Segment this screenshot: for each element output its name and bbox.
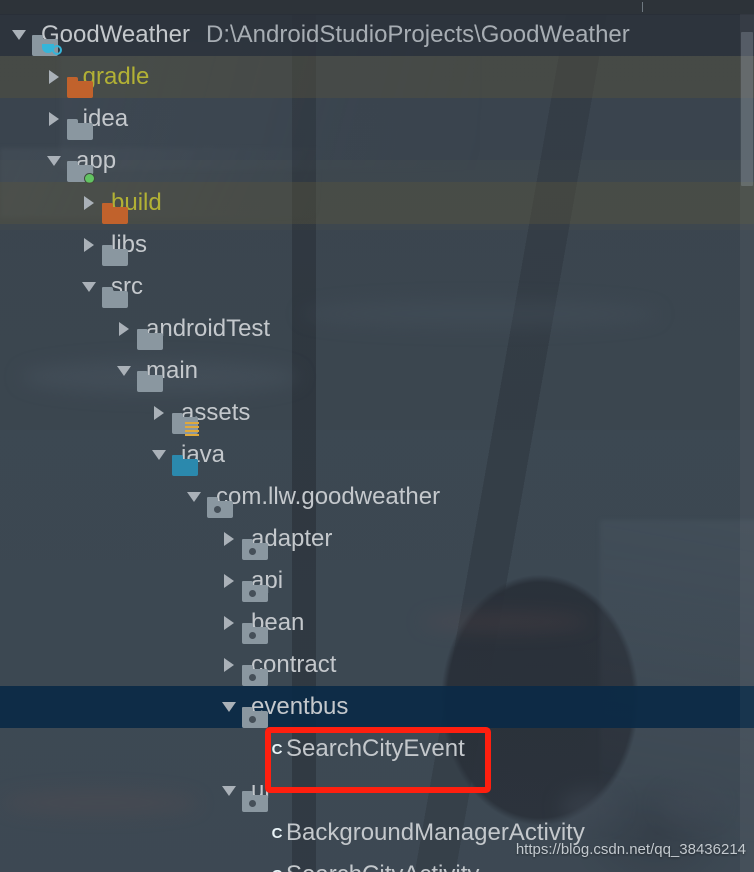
tree-row[interactable]: api bbox=[0, 560, 740, 602]
chevron-down-icon[interactable] bbox=[216, 786, 242, 796]
tree-row-content: eventbus bbox=[0, 686, 740, 728]
tree-row-content: app bbox=[0, 140, 740, 184]
tree-row-content: adapter bbox=[0, 518, 740, 560]
tree-row-content: .idea bbox=[0, 98, 740, 140]
tree-row-content: .gradle bbox=[0, 56, 740, 98]
window-top-strip bbox=[0, 0, 754, 15]
tree-row[interactable]: build bbox=[0, 182, 754, 224]
tree-row[interactable]: C SearchCityEvent bbox=[0, 728, 740, 770]
tree-row-content: libs bbox=[0, 224, 740, 266]
chevron-right-icon[interactable] bbox=[41, 70, 67, 84]
chevron-down-icon[interactable] bbox=[216, 702, 242, 712]
tree-row-content: contract bbox=[0, 644, 740, 686]
chevron-right-icon[interactable] bbox=[76, 196, 102, 210]
tree-row-label: GoodWeather bbox=[41, 21, 190, 48]
chevron-right-icon[interactable] bbox=[216, 616, 242, 630]
tree-row-content: java bbox=[0, 434, 740, 476]
tree-row-content: ui bbox=[0, 770, 740, 812]
vertical-scrollbar-thumb[interactable] bbox=[741, 32, 753, 186]
tree-row-content: androidTest bbox=[0, 308, 740, 350]
tree-row-label: SearchCityEvent bbox=[286, 735, 465, 762]
watermark-url: https://blog.csdn.net/qq_38436214 bbox=[515, 841, 746, 858]
tree-row[interactable]: .idea bbox=[0, 98, 740, 140]
chevron-right-icon[interactable] bbox=[111, 322, 137, 336]
tree-row-content: api bbox=[0, 560, 740, 602]
tree-row-content: bean bbox=[0, 602, 740, 644]
tree-row-content: com.llw.goodweather bbox=[0, 476, 740, 518]
tree-row[interactable]: eventbus bbox=[0, 686, 754, 728]
tree-row-content: GoodWeather D:\AndroidStudioProjects\Good… bbox=[0, 14, 740, 56]
chevron-down-icon[interactable] bbox=[146, 450, 172, 460]
tree-row-content: C SearchCityEvent bbox=[0, 728, 740, 770]
tree-row[interactable]: com.llw.goodweather bbox=[0, 476, 740, 518]
project-tree[interactable]: GoodWeather D:\AndroidStudioProjects\Good… bbox=[0, 14, 754, 872]
vertical-scrollbar-track[interactable] bbox=[740, 14, 754, 872]
tree-row[interactable]: adapter bbox=[0, 518, 740, 560]
tree-row[interactable]: assets bbox=[0, 392, 740, 436]
chevron-down-icon[interactable] bbox=[6, 30, 32, 40]
chevron-down-icon[interactable] bbox=[41, 156, 67, 166]
tree-row[interactable]: libs bbox=[0, 224, 740, 266]
tree-row[interactable]: contract bbox=[0, 644, 740, 686]
chevron-right-icon[interactable] bbox=[76, 238, 102, 252]
android-studio-project-window: GoodWeather D:\AndroidStudioProjects\Good… bbox=[0, 0, 754, 872]
tree-row[interactable]: java bbox=[0, 434, 740, 476]
tree-row-content: assets bbox=[0, 392, 740, 436]
tree-row[interactable]: main bbox=[0, 350, 740, 392]
tree-row[interactable]: src bbox=[0, 266, 740, 308]
tree-row[interactable]: app bbox=[0, 140, 740, 184]
chevron-right-icon[interactable] bbox=[216, 574, 242, 588]
chevron-down-icon[interactable] bbox=[76, 282, 102, 292]
chevron-down-icon[interactable] bbox=[181, 492, 207, 502]
project-path-label: D:\AndroidStudioProjects\GoodWeather bbox=[205, 21, 630, 48]
chevron-right-icon[interactable] bbox=[146, 406, 172, 420]
tree-row-content: build bbox=[0, 182, 740, 224]
chevron-right-icon[interactable] bbox=[216, 532, 242, 546]
tree-row-label: com.llw.goodweather bbox=[216, 483, 441, 510]
tree-row[interactable]: androidTest bbox=[0, 308, 740, 350]
tree-row-content: src bbox=[0, 266, 740, 308]
tree-row-label: androidTest bbox=[146, 315, 271, 342]
chevron-right-icon[interactable] bbox=[216, 658, 242, 672]
tree-row[interactable]: GoodWeather D:\AndroidStudioProjects\Good… bbox=[0, 14, 754, 56]
tree-row-label: SearchCityActivity bbox=[286, 854, 479, 872]
top-strip-tick bbox=[642, 2, 643, 12]
chevron-right-icon[interactable] bbox=[41, 112, 67, 126]
tree-row[interactable]: .gradle bbox=[0, 56, 754, 98]
chevron-down-icon[interactable] bbox=[111, 366, 137, 376]
tree-row[interactable]: bean bbox=[0, 602, 740, 644]
tree-row[interactable]: ui bbox=[0, 770, 740, 812]
tree-row-content: main bbox=[0, 350, 740, 392]
